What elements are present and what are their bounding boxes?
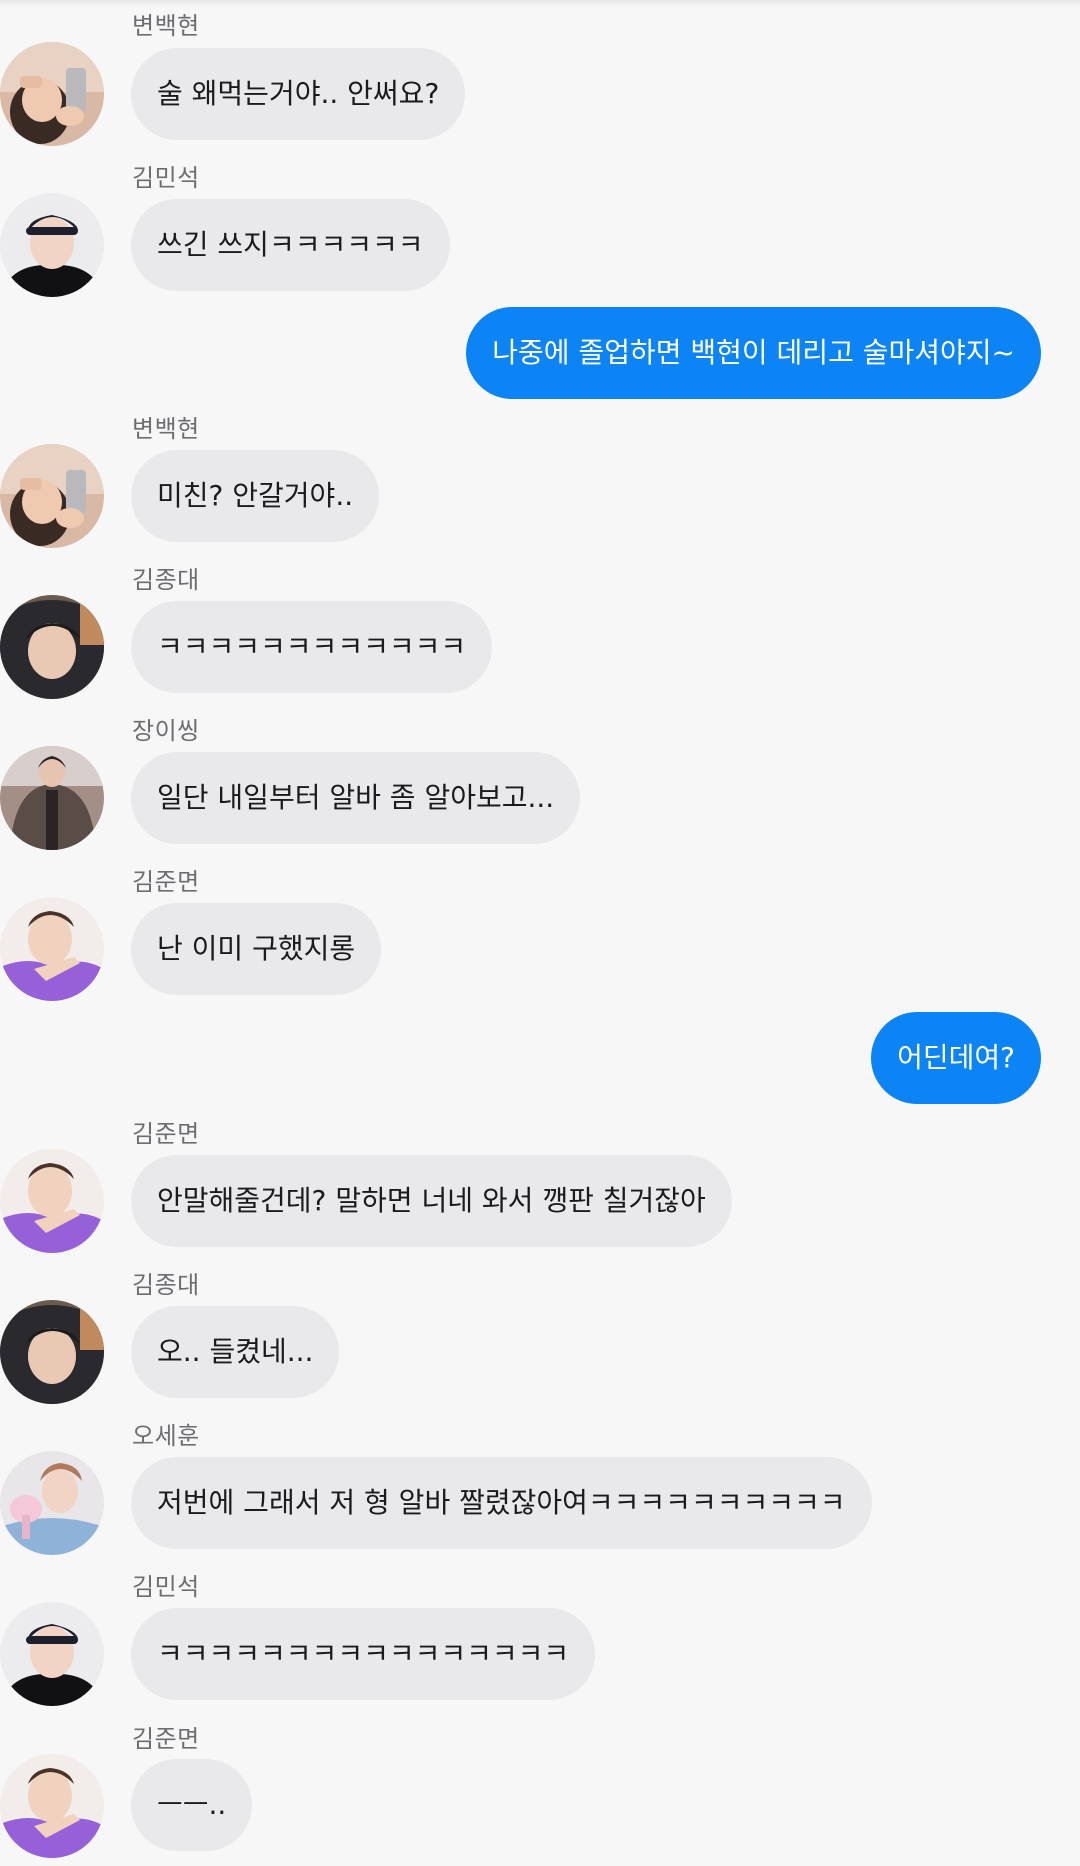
message-bubble[interactable]: 오.. 들켰네...	[131, 1306, 340, 1398]
avatar-baekhyun[interactable]	[0, 444, 104, 548]
message-bubble[interactable]: ㅡㅡ..	[131, 1759, 253, 1851]
sender-name: 김준면	[132, 1725, 200, 1753]
avatar-baekhyun[interactable]	[0, 42, 104, 146]
message-bubble-outgoing[interactable]: 어딘데여?	[871, 1012, 1041, 1104]
message-bubble[interactable]: ㅋㅋㅋㅋㅋㅋㅋㅋㅋㅋㅋㅋㅋㅋㅋㅋ	[131, 1608, 596, 1700]
message-bubble[interactable]: 저번에 그래서 저 형 알바 짤렸잖아여ㅋㅋㅋㅋㅋㅋㅋㅋㅋㅋ	[131, 1457, 872, 1549]
message-bubble[interactable]: 안말해줄건데? 말하면 너네 와서 깽판 칠거잖아	[131, 1155, 732, 1247]
sender-name: 김준면	[132, 868, 200, 896]
message-bubble[interactable]: 난 이미 구했지롱	[131, 903, 382, 995]
message-bubble[interactable]: 술 왜먹는거야.. 안써요?	[131, 48, 466, 140]
avatar-minseok[interactable]	[0, 1602, 104, 1706]
avatar-jongdae[interactable]	[0, 1300, 104, 1404]
sender-name: 장이씽	[132, 717, 200, 745]
sender-name: 김종대	[132, 566, 200, 594]
sender-name: 오세훈	[132, 1422, 200, 1450]
sender-name: 변백현	[132, 12, 200, 40]
message-bubble[interactable]: 미친? 안갈거야..	[131, 450, 380, 542]
avatar-junmyeon[interactable]	[0, 1149, 104, 1253]
avatar-sehun[interactable]	[0, 1451, 104, 1555]
sender-name: 변백현	[132, 415, 200, 443]
avatar-yixing[interactable]	[0, 746, 104, 850]
sender-name: 김민석	[132, 164, 200, 192]
sender-name: 김준면	[132, 1120, 200, 1148]
message-bubble[interactable]: 쓰긴 쓰지ㅋㅋㅋㅋㅋㅋ	[131, 199, 450, 291]
sender-name: 김종대	[132, 1271, 200, 1299]
message-bubble[interactable]: 일단 내일부터 알바 좀 알아보고...	[131, 752, 581, 844]
message-bubble-outgoing[interactable]: 나중에 졸업하면 백현이 데리고 술마셔야지~	[466, 307, 1041, 399]
message-bubble[interactable]: ㅋㅋㅋㅋㅋㅋㅋㅋㅋㅋㅋㅋ	[131, 601, 493, 693]
chat-conversation[interactable]: 변백현 술 왜먹는거야.. 안써요? 김민석 쓰긴 쓰지ㅋㅋㅋㅋㅋㅋ 나중에 졸…	[0, 0, 1080, 1866]
sender-name: 김민석	[132, 1573, 200, 1601]
avatar-minseok[interactable]	[0, 193, 104, 297]
avatar-jongdae[interactable]	[0, 595, 104, 699]
avatar-junmyeon[interactable]	[0, 1754, 104, 1858]
avatar-junmyeon[interactable]	[0, 897, 104, 1001]
